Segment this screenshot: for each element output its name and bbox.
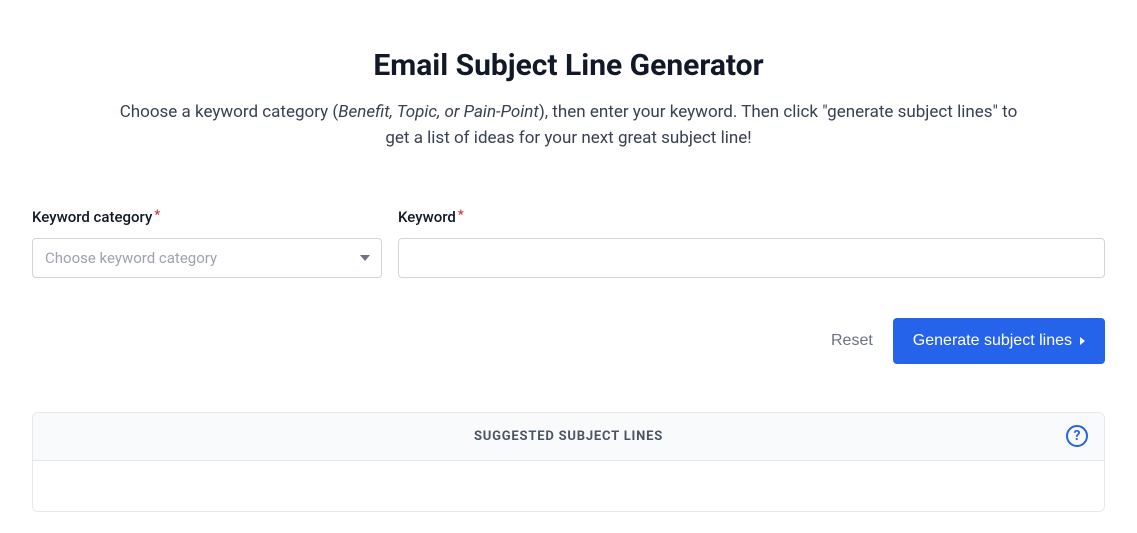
chevron-down-icon <box>360 255 370 261</box>
results-card: SUGGESTED SUBJECT LINES ? <box>32 412 1105 512</box>
field-keyword-category: Keyword category* Choose keyword categor… <box>32 208 382 278</box>
category-select-wrapper: Choose keyword category <box>32 238 382 278</box>
results-header: SUGGESTED SUBJECT LINES ? <box>33 413 1104 461</box>
keyword-input[interactable] <box>398 238 1105 278</box>
chevron-right-icon <box>1080 337 1085 345</box>
results-body <box>33 461 1104 511</box>
page-title: Email Subject Line Generator <box>32 48 1105 83</box>
keyword-label: Keyword* <box>398 208 1105 226</box>
field-keyword: Keyword* <box>398 208 1105 278</box>
results-title: SUGGESTED SUBJECT LINES <box>474 429 663 444</box>
actions-row: Reset Generate subject lines <box>32 318 1105 364</box>
generate-button-label: Generate subject lines <box>913 332 1072 350</box>
category-label: Keyword category* <box>32 208 382 226</box>
category-select[interactable]: Choose keyword category <box>32 238 382 278</box>
required-asterisk: * <box>458 208 464 223</box>
page-subtitle: Choose a keyword category (Benefit, Topi… <box>114 99 1024 152</box>
form-row: Keyword category* Choose keyword categor… <box>32 208 1105 278</box>
reset-button[interactable]: Reset <box>827 324 877 358</box>
subtitle-pre: Choose a keyword category ( <box>120 102 339 122</box>
category-label-text: Keyword category <box>32 208 152 226</box>
required-asterisk: * <box>154 208 160 223</box>
keyword-label-text: Keyword <box>398 208 456 226</box>
generate-button[interactable]: Generate subject lines <box>893 318 1105 364</box>
help-icon[interactable]: ? <box>1066 425 1088 447</box>
subtitle-italic: Benefit, Topic, or Pain-Point <box>338 102 539 122</box>
